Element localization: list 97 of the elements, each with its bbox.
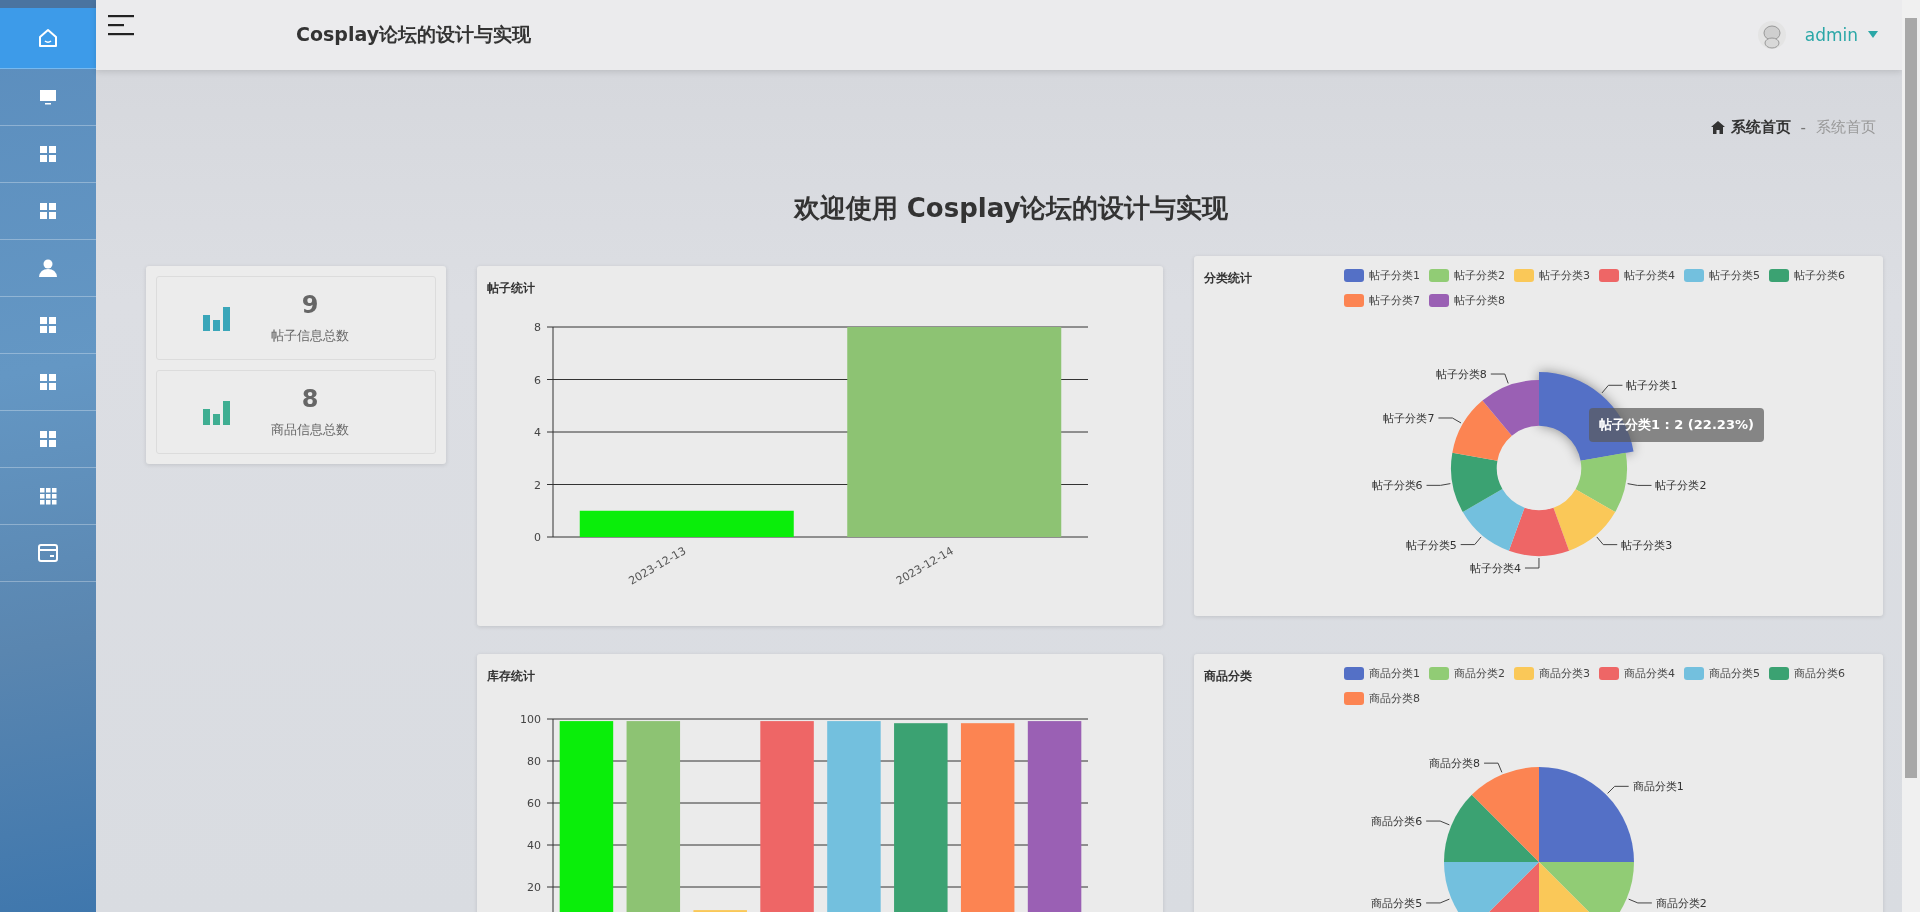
leader-line <box>1426 483 1451 486</box>
legend-label: 帖子分类5 <box>1709 268 1760 283</box>
leader-line <box>1627 483 1652 486</box>
slice-label: 帖子分类3 <box>1621 538 1673 552</box>
wallet-icon <box>37 543 59 563</box>
stat-label: 商品信息总数 <box>271 421 349 439</box>
leader-line <box>1425 898 1450 904</box>
breadcrumb-separator: - <box>1800 118 1806 137</box>
legend-label: 帖子分类1 <box>1369 268 1420 283</box>
legend-item[interactable]: 商品分类8 <box>1344 691 1420 706</box>
axis-label: 20 <box>527 881 541 894</box>
leader-line <box>1425 820 1450 826</box>
slice-label: 商品分类1 <box>1632 780 1684 794</box>
legend-label: 帖子分类7 <box>1369 293 1420 308</box>
legend-label: 商品分类8 <box>1369 691 1420 706</box>
axis-label: 0 <box>534 531 541 544</box>
legend-item[interactable]: 商品分类4 <box>1599 666 1675 681</box>
legend-label: 帖子分类8 <box>1454 293 1505 308</box>
legend-item[interactable]: 帖子分类2 <box>1429 268 1505 283</box>
axis-label: 6 <box>534 373 541 387</box>
leader-line <box>1607 785 1630 794</box>
leader-line <box>1601 384 1623 394</box>
legend-label: 帖子分类3 <box>1539 268 1590 283</box>
tooltip: 帖子分类1 : 2 (22.23%) <box>1589 408 1764 442</box>
leader-line <box>1460 536 1482 546</box>
chart-title: 库存统计 <box>486 668 536 685</box>
legend-item[interactable]: 帖子分类1 <box>1344 268 1420 283</box>
legend-label: 商品分类5 <box>1709 666 1760 681</box>
grid-icon <box>39 145 57 163</box>
slice-label: 商品分类8 <box>1429 757 1481 771</box>
legend-item[interactable]: 商品分类2 <box>1429 666 1505 681</box>
chart-title: 分类统计 <box>1203 270 1253 287</box>
legend-item[interactable]: 帖子分类4 <box>1599 268 1675 283</box>
axis-label: 80 <box>527 755 541 768</box>
legend-label: 帖子分类6 <box>1794 268 1845 283</box>
legend-item[interactable]: 帖子分类5 <box>1684 268 1760 283</box>
leader-line <box>1628 898 1653 904</box>
leader-line <box>1437 417 1462 424</box>
legend-label: 商品分类4 <box>1624 666 1675 681</box>
slice-label: 商品分类5 <box>1371 896 1423 910</box>
legend-item[interactable]: 商品分类6 <box>1769 666 1845 681</box>
chart-title: 商品分类 <box>1203 668 1253 685</box>
user-icon <box>38 258 58 278</box>
axis-label: 8 <box>534 321 541 334</box>
app-title: Cosplay论坛的设计与实现 <box>296 22 532 47</box>
breadcrumb-link[interactable]: 系统首页 <box>1730 118 1791 137</box>
leader-line <box>1524 557 1540 569</box>
legend-label: 帖子分类4 <box>1624 268 1675 283</box>
legend-item[interactable]: 商品分类5 <box>1684 666 1760 681</box>
slice-label: 商品分类2 <box>1655 896 1707 910</box>
legend-item[interactable]: 帖子分类6 <box>1769 268 1845 283</box>
axis-label: 100 <box>520 713 541 726</box>
apps-icon <box>39 487 57 505</box>
leader-line <box>1490 373 1509 384</box>
slice-label: 帖子分类5 <box>1405 538 1457 552</box>
leader-line <box>1483 762 1503 773</box>
chart-title: 帖子统计 <box>486 280 536 297</box>
axis-label: 60 <box>527 797 541 810</box>
axis-label: 2 <box>534 478 541 492</box>
caret-icon <box>1868 31 1878 39</box>
legend-label: 商品分类1 <box>1369 666 1420 681</box>
legend-label: 帖子分类2 <box>1454 268 1505 283</box>
slice-label: 帖子分类8 <box>1435 368 1487 382</box>
scrollbar-thumb[interactable] <box>1905 18 1917 778</box>
legend-item[interactable]: 商品分类1 <box>1344 666 1420 681</box>
legend-item[interactable]: 帖子分类8 <box>1429 293 1505 308</box>
scrollbar[interactable] <box>1902 0 1920 912</box>
legend-label: 商品分类3 <box>1539 666 1590 681</box>
axis-label: 40 <box>527 839 541 852</box>
slice-label: 商品分类6 <box>1371 815 1423 829</box>
legend-label: 商品分类6 <box>1794 666 1845 681</box>
leader-line <box>1596 536 1618 546</box>
stat-value: 8 <box>301 385 319 413</box>
stat-value: 9 <box>301 291 319 319</box>
slice-label: 帖子分类4 <box>1469 562 1521 575</box>
sidebar-item[interactable] <box>0 8 96 69</box>
avatar-icon[interactable] <box>1756 20 1787 50</box>
welcome-title: 欢迎使用 Cosplay论坛的设计与实现 <box>792 192 1230 225</box>
legend-item[interactable]: 商品分类3 <box>1514 666 1590 681</box>
home-icon <box>1710 121 1725 134</box>
menu-icon[interactable] <box>108 13 136 37</box>
stat-label: 帖子信息总数 <box>271 327 349 345</box>
breadcrumb-current: 系统首页 <box>1816 118 1876 137</box>
slice-label: 帖子分类2 <box>1655 479 1707 493</box>
legend-item[interactable]: 帖子分类3 <box>1514 268 1590 283</box>
grid-icon <box>39 373 57 391</box>
legend-item[interactable]: 帖子分类7 <box>1344 293 1420 308</box>
slice-label: 帖子分类7 <box>1383 412 1435 425</box>
legend-label: 商品分类2 <box>1454 666 1505 681</box>
axis-label: 4 <box>534 426 541 439</box>
home-icon <box>37 27 59 49</box>
monitor-icon <box>38 87 58 107</box>
grid-icon <box>39 316 57 334</box>
slice-label: 帖子分类1 <box>1626 379 1678 393</box>
grid-icon <box>39 202 57 220</box>
slice-label: 帖子分类6 <box>1371 479 1423 493</box>
grid-icon <box>39 430 57 448</box>
